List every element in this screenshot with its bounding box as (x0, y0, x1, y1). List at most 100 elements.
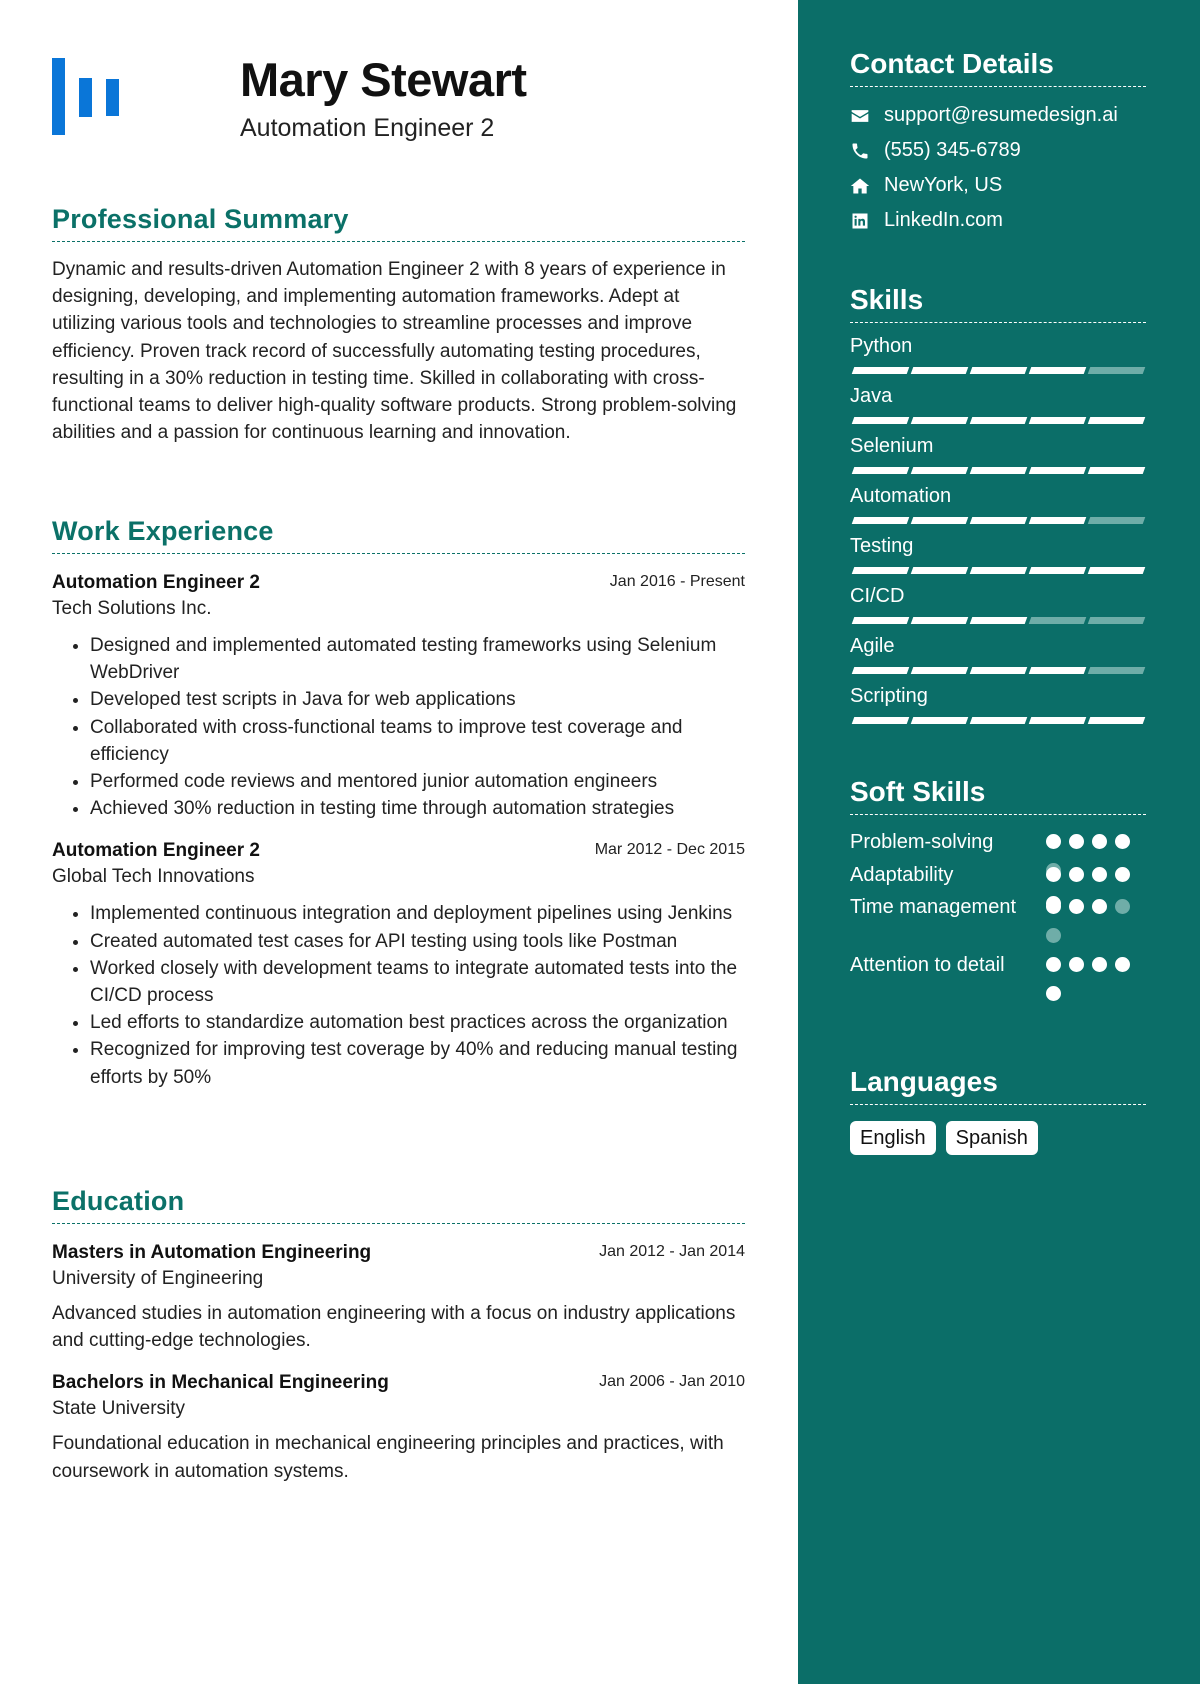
skills-section: Skills Python Java Selenium Automation Testi… (850, 284, 1146, 732)
logo-icon (52, 58, 122, 136)
skill-segment-filled (1087, 567, 1146, 574)
skill-segment-filled (851, 667, 910, 674)
rating-dot-filled (1092, 957, 1107, 972)
contact-item[interactable]: support@resumedesign.ai (850, 98, 1146, 133)
rating-dot-filled (1092, 834, 1107, 849)
skill-segment-filled (910, 617, 969, 624)
logo-bar (52, 58, 65, 135)
bullet-item: Recognized for improving test coverage b… (90, 1036, 745, 1090)
skill-level-bar (850, 611, 1146, 632)
skill-segment-filled (851, 517, 910, 524)
summary-section: Professional Summary Dynamic and results… (52, 204, 745, 446)
skill-item: Selenium (850, 432, 1146, 482)
rating-dot-filled (1046, 834, 1061, 849)
skill-segment-filled (910, 517, 969, 524)
skill-item: Python (850, 332, 1146, 382)
bullet-item: Implemented continuous integration and d… (90, 900, 745, 927)
language-list: English Spanish (850, 1121, 1146, 1155)
rating-dot-filled (1069, 957, 1084, 972)
contact-text[interactable]: support@resumedesign.ai (884, 104, 1118, 127)
skill-item: Automation (850, 482, 1146, 532)
section-title: Work Experience (52, 516, 745, 554)
education-entry: Bachelors in Mechanical Engineering Jan 2… (52, 1370, 745, 1484)
soft-skill-item: Attention to detail (850, 952, 1146, 1006)
skill-name: Scripting (850, 685, 928, 707)
contact-item[interactable]: (555) 345-6789 (850, 133, 1146, 168)
contact-text[interactable]: NewYork, US (884, 174, 1002, 197)
rating-dot-empty (1115, 899, 1130, 914)
soft-skill-rating (1046, 899, 1142, 943)
linkedin-icon (850, 211, 884, 231)
skill-segment-filled (910, 667, 969, 674)
skill-segment-filled (1028, 367, 1087, 374)
skill-segment-filled (851, 417, 910, 424)
skill-segment-filled (969, 517, 1028, 524)
skill-item: CI/CD (850, 582, 1146, 632)
skill-segment-empty (1087, 367, 1146, 374)
skill-level-bar (850, 661, 1146, 682)
skill-segment-filled (969, 617, 1028, 624)
skill-segment-filled (851, 367, 910, 374)
skill-segment-empty (1087, 517, 1146, 524)
sidebar: Contact Details support@resumedesign.ai (… (798, 0, 1200, 1684)
job-entry: Automation Engineer 2 Jan 2016 - Present T… (52, 570, 745, 822)
experience-section: Work Experience Automation Engineer 2 Jan… (52, 516, 745, 1091)
contact-item[interactable]: NewYork, US (850, 168, 1146, 203)
rating-dot-filled (1069, 834, 1084, 849)
section-title: Soft Skills (850, 776, 1146, 815)
phone-icon (850, 141, 884, 161)
bullet-item: Achieved 30% reduction in testing time t… (90, 795, 745, 822)
contact-item[interactable]: LinkedIn.com (850, 203, 1146, 238)
education-list: Masters in Automation Engineering Jan 201… (52, 1240, 745, 1485)
skill-segment-filled (851, 467, 910, 474)
skill-name: CI/CD (850, 585, 905, 607)
education-date: Jan 2012 - Jan 2014 (599, 1243, 745, 1260)
soft-skill-list: Problem-solving Adaptability Time manageme… (850, 829, 1146, 1006)
contact-text[interactable]: LinkedIn.com (884, 209, 1003, 232)
skill-segment-filled (910, 567, 969, 574)
home-icon (850, 176, 884, 196)
skill-item: Agile (850, 632, 1146, 682)
skill-segment-filled (851, 717, 910, 724)
skill-name: Testing (850, 535, 914, 557)
bullet-item: Worked closely with development teams to… (90, 955, 745, 1009)
school-name: State University (52, 1398, 186, 1420)
skill-item: Scripting (850, 682, 1146, 732)
rating-dot-filled (1046, 957, 1061, 972)
contact-list: support@resumedesign.ai (555) 345-6789 New… (850, 98, 1146, 238)
soft-skills-section: Soft Skills Problem-solving Adaptability T… (850, 776, 1146, 1006)
job-list: Automation Engineer 2 Jan 2016 - Present T… (52, 570, 745, 1091)
soft-skill-item: Time management (850, 894, 1146, 952)
soft-skill-name: Adaptability (850, 864, 954, 886)
skill-segment-filled (1087, 717, 1146, 724)
skill-level-bar (850, 561, 1146, 582)
skill-segment-filled (1028, 667, 1087, 674)
rating-dot-filled (1115, 834, 1130, 849)
bullet-item: Led efforts to standardize automation be… (90, 1009, 745, 1036)
section-title: Contact Details (850, 48, 1146, 87)
skill-segment-empty (1087, 667, 1146, 674)
rating-dot-filled (1046, 899, 1061, 914)
language-badge: English (850, 1121, 936, 1155)
job-date: Jan 2016 - Present (609, 573, 745, 590)
school-name: University of Engineering (52, 1268, 264, 1289)
bullet-item: Designed and implemented automated testi… (90, 632, 745, 686)
skill-level-bar (850, 461, 1146, 482)
skill-level-bar (850, 511, 1146, 532)
skill-segment-filled (969, 567, 1028, 574)
skill-segment-filled (969, 367, 1028, 374)
skill-level-bar (850, 361, 1146, 382)
skill-segment-filled (1028, 717, 1087, 724)
skill-segment-empty (1028, 617, 1087, 624)
education-description: Foundational education in mechanical eng… (52, 1433, 724, 1482)
job-bullets: Designed and implemented automated testi… (52, 632, 745, 822)
section-title: Languages (850, 1066, 1146, 1105)
soft-skill-item: Adaptability (850, 862, 1146, 911)
bullet-item: Created automated test cases for API tes… (90, 928, 745, 955)
summary-text: Dynamic and results-driven Automation En… (52, 259, 737, 444)
skill-segment-filled (1087, 417, 1146, 424)
contact-text[interactable]: (555) 345-6789 (884, 139, 1021, 162)
skill-name: Automation (850, 485, 952, 507)
skill-segment-filled (910, 367, 969, 374)
rating-dot-empty (1046, 928, 1061, 943)
